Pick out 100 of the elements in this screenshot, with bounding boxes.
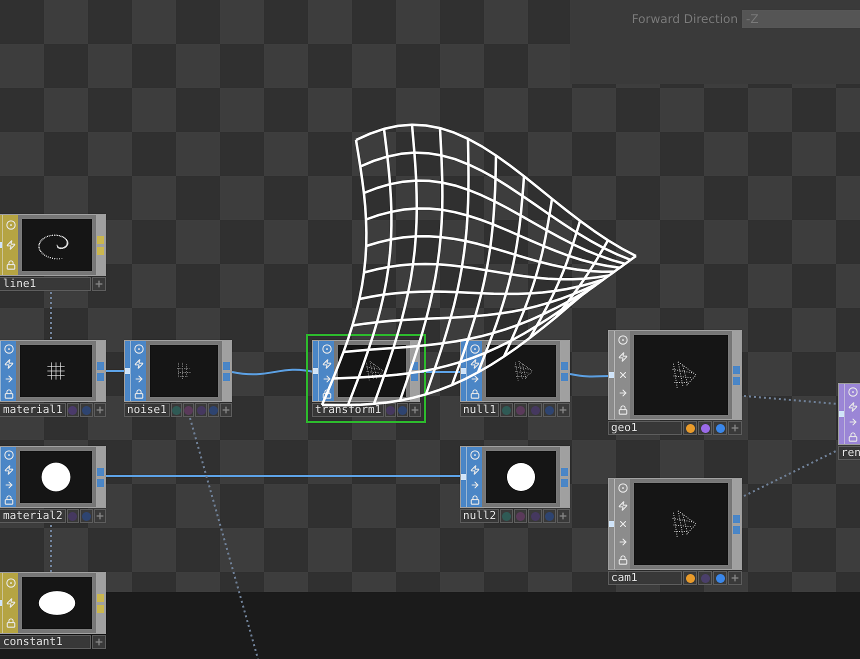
dotted-link-line: [50, 524, 52, 572]
lightning-icon[interactable]: [322, 358, 332, 368]
node-body[interactable]: [608, 478, 742, 570]
arrow-icon[interactable]: [848, 416, 858, 426]
node-name[interactable]: line1: [0, 277, 91, 291]
lightning-icon[interactable]: [134, 358, 144, 368]
node[interactable]: noise1: [118, 334, 238, 423]
lock-icon[interactable]: [6, 260, 16, 270]
parameter-label: Forward Direction: [632, 11, 738, 28]
lock-icon[interactable]: [618, 405, 628, 416]
add-button[interactable]: [556, 509, 570, 523]
input-port[interactable]: [461, 474, 466, 480]
target-icon[interactable]: [470, 450, 480, 460]
lightning-icon[interactable]: [4, 358, 14, 368]
node-name[interactable]: null1: [460, 403, 500, 417]
target-icon[interactable]: [848, 386, 858, 396]
lock-icon[interactable]: [470, 494, 480, 504]
node-name[interactable]: noise1: [124, 403, 170, 417]
target-icon[interactable]: [322, 344, 332, 354]
circle-shape: [507, 463, 535, 491]
lock-icon[interactable]: [322, 388, 332, 398]
node-body[interactable]: [124, 340, 232, 402]
input-port[interactable]: [839, 411, 844, 417]
lightning-icon[interactable]: [4, 464, 14, 474]
add-button[interactable]: [92, 277, 106, 291]
plus-icon: [94, 279, 104, 289]
lock-icon[interactable]: [618, 555, 628, 565]
close-icon[interactable]: [618, 370, 628, 380]
input-port[interactable]: [609, 372, 614, 378]
wire-line: [570, 373, 610, 378]
input-port[interactable]: [609, 521, 614, 527]
lock-icon[interactable]: [4, 494, 14, 504]
add-button[interactable]: [409, 403, 422, 417]
add-button[interactable]: [92, 635, 106, 649]
arrow-icon[interactable]: [134, 374, 144, 384]
target-icon[interactable]: [4, 450, 14, 460]
arrow-icon[interactable]: [618, 537, 628, 547]
target-icon[interactable]: [618, 483, 628, 493]
input-port[interactable]: [125, 368, 130, 374]
lightning-icon[interactable]: [6, 598, 16, 608]
node[interactable]: material2: [0, 440, 112, 529]
add-button[interactable]: [94, 509, 106, 523]
plus-icon: [94, 405, 105, 415]
arrow-icon[interactable]: [4, 374, 14, 384]
node[interactable]: transform1: [306, 334, 426, 423]
node[interactable]: material1: [0, 334, 112, 423]
node[interactable]: cam1: [602, 472, 748, 591]
node-name[interactable]: material1: [0, 403, 66, 417]
node-body[interactable]: [0, 446, 106, 508]
node-name[interactable]: ren: [838, 446, 860, 460]
lightning-icon[interactable]: [618, 501, 628, 511]
lightning-icon[interactable]: [6, 240, 16, 250]
add-button[interactable]: [728, 421, 742, 435]
arrow-icon[interactable]: [470, 374, 480, 384]
lock-icon[interactable]: [848, 432, 858, 442]
lightning-icon[interactable]: [618, 352, 628, 362]
node-body[interactable]: [0, 572, 106, 634]
node[interactable]: ren: [832, 377, 860, 466]
add-button[interactable]: [728, 571, 742, 585]
target-icon[interactable]: [6, 220, 16, 230]
add-button[interactable]: [220, 403, 232, 417]
node-body[interactable]: [0, 340, 106, 402]
plus-icon: [221, 405, 231, 415]
add-button[interactable]: [556, 403, 570, 417]
target-icon[interactable]: [470, 344, 480, 354]
node-name[interactable]: geo1: [608, 421, 682, 435]
lightning-icon[interactable]: [470, 358, 480, 368]
add-button[interactable]: [94, 403, 106, 417]
arrow-icon[interactable]: [470, 480, 480, 490]
lock-icon[interactable]: [6, 618, 16, 628]
target-icon[interactable]: [134, 344, 144, 354]
target-icon[interactable]: [4, 344, 14, 354]
circle-shape: [42, 462, 70, 492]
arrow-icon[interactable]: [322, 374, 332, 384]
node[interactable]: constant1: [0, 566, 112, 655]
node[interactable]: null1: [454, 334, 576, 423]
node-body[interactable]: [608, 330, 742, 420]
arrow-icon[interactable]: [618, 388, 628, 398]
arrow-icon[interactable]: [4, 480, 14, 490]
target-icon[interactable]: [6, 578, 16, 588]
node-body[interactable]: [460, 446, 570, 508]
mesh-drawing: [672, 361, 697, 389]
node[interactable]: geo1: [602, 324, 748, 441]
node-body[interactable]: [0, 214, 106, 276]
node-name[interactable]: material2: [0, 509, 66, 523]
node[interactable]: null2: [454, 440, 576, 529]
node-name[interactable]: cam1: [608, 571, 682, 585]
lock-icon[interactable]: [134, 388, 144, 398]
input-port[interactable]: [461, 368, 466, 374]
target-icon[interactable]: [618, 334, 628, 345]
lock-icon[interactable]: [4, 388, 14, 398]
lock-icon[interactable]: [470, 388, 480, 398]
lightning-icon[interactable]: [848, 402, 858, 412]
node-name[interactable]: null2: [460, 509, 500, 523]
input-port[interactable]: [313, 368, 318, 374]
close-icon[interactable]: [618, 519, 628, 529]
node[interactable]: line1: [0, 208, 112, 297]
lightning-icon[interactable]: [470, 464, 480, 474]
node-name[interactable]: constant1: [0, 635, 91, 649]
node-body[interactable]: [460, 340, 570, 402]
